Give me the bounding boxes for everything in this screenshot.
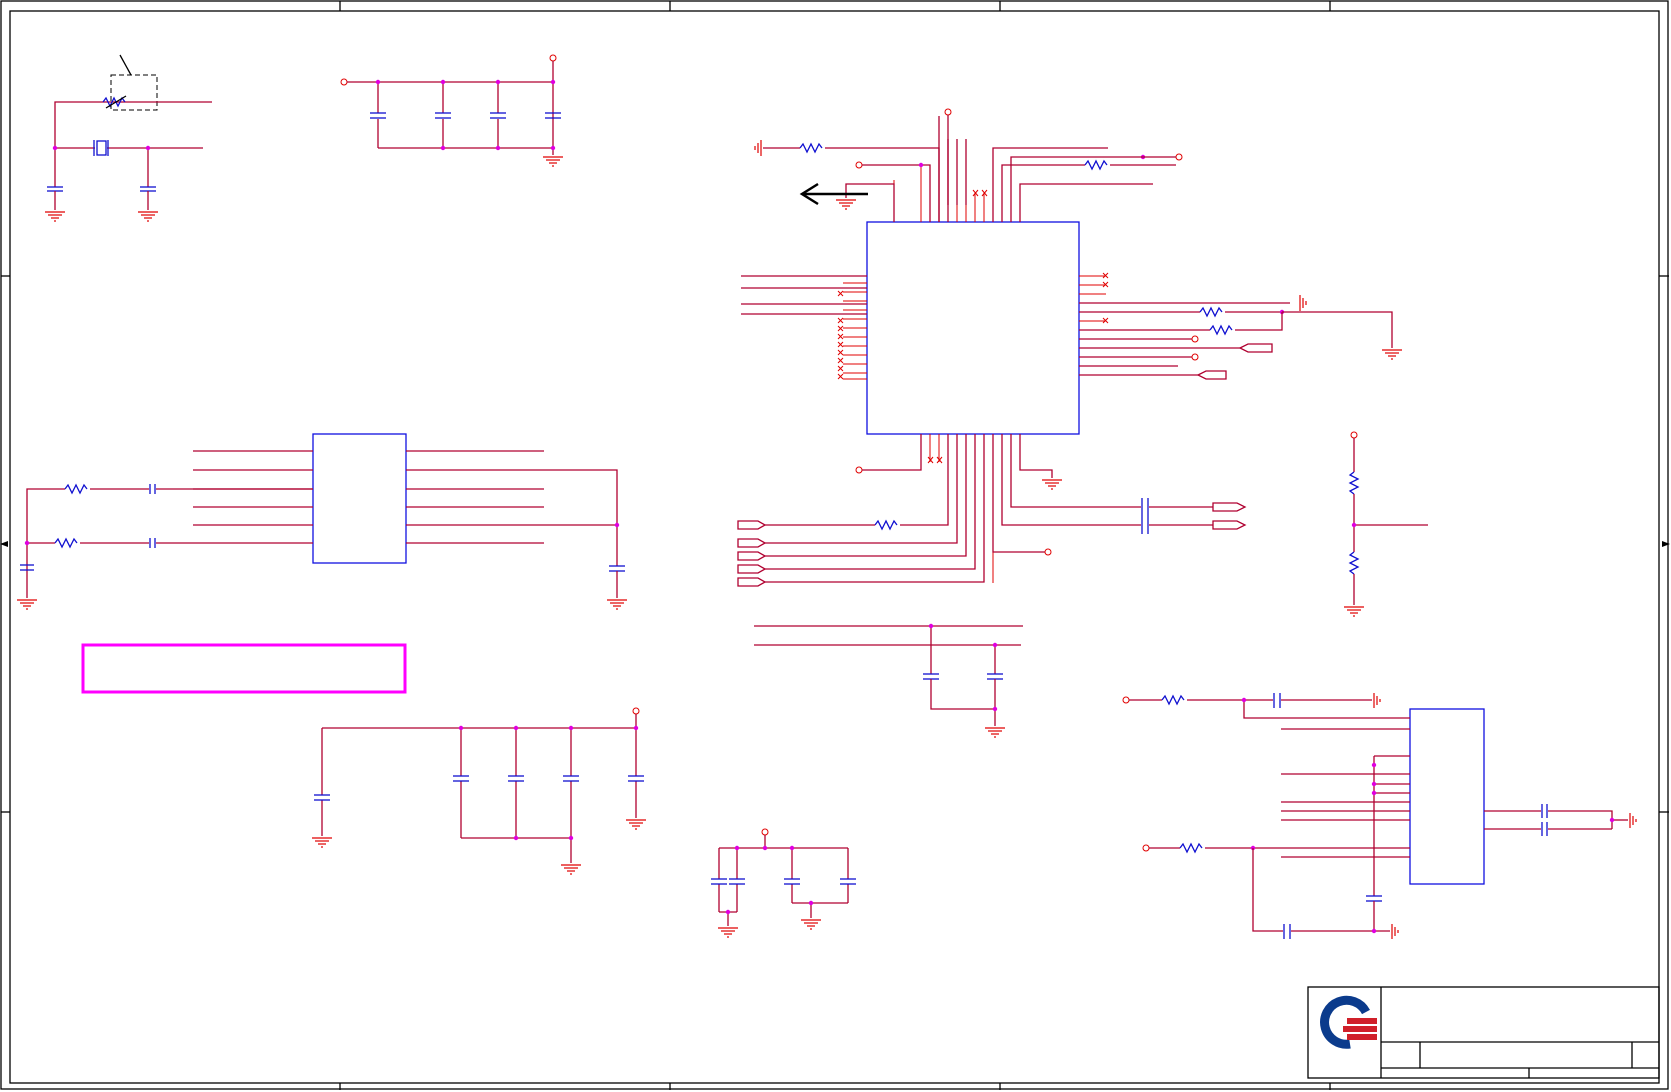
ground-icon <box>1042 479 1062 490</box>
two-cap-net <box>754 623 1023 738</box>
highlight-box <box>81 643 407 694</box>
ground-icon <box>1344 606 1364 617</box>
voltage-divider <box>1344 431 1428 617</box>
third-ic <box>1122 693 1637 939</box>
ground-icon <box>985 727 1005 738</box>
title-block <box>1307 986 1660 1079</box>
ground-icon <box>17 599 37 610</box>
secondary-ic <box>17 433 627 610</box>
decoupling-bank-bottom <box>312 707 646 875</box>
ground-icon <box>45 211 158 222</box>
ground-icon <box>543 156 563 167</box>
decoupling-bank-small <box>711 828 856 938</box>
ground-icon <box>1382 349 1402 360</box>
decoupling-bank-top <box>340 54 563 167</box>
left-arrow-icon <box>799 182 868 206</box>
main-ic-nets <box>737 108 1402 587</box>
company-logo-icon <box>1320 995 1377 1049</box>
schematic-canvas <box>0 0 1670 1090</box>
ground-icon <box>607 599 627 610</box>
sheet-frame <box>0 0 1670 1090</box>
ground-icon <box>836 199 856 210</box>
crystal-section <box>45 54 212 222</box>
ground-icon <box>312 819 646 875</box>
main-ic <box>741 116 1109 583</box>
schematic-sheet <box>0 0 1671 1092</box>
ground-icon <box>718 919 821 938</box>
